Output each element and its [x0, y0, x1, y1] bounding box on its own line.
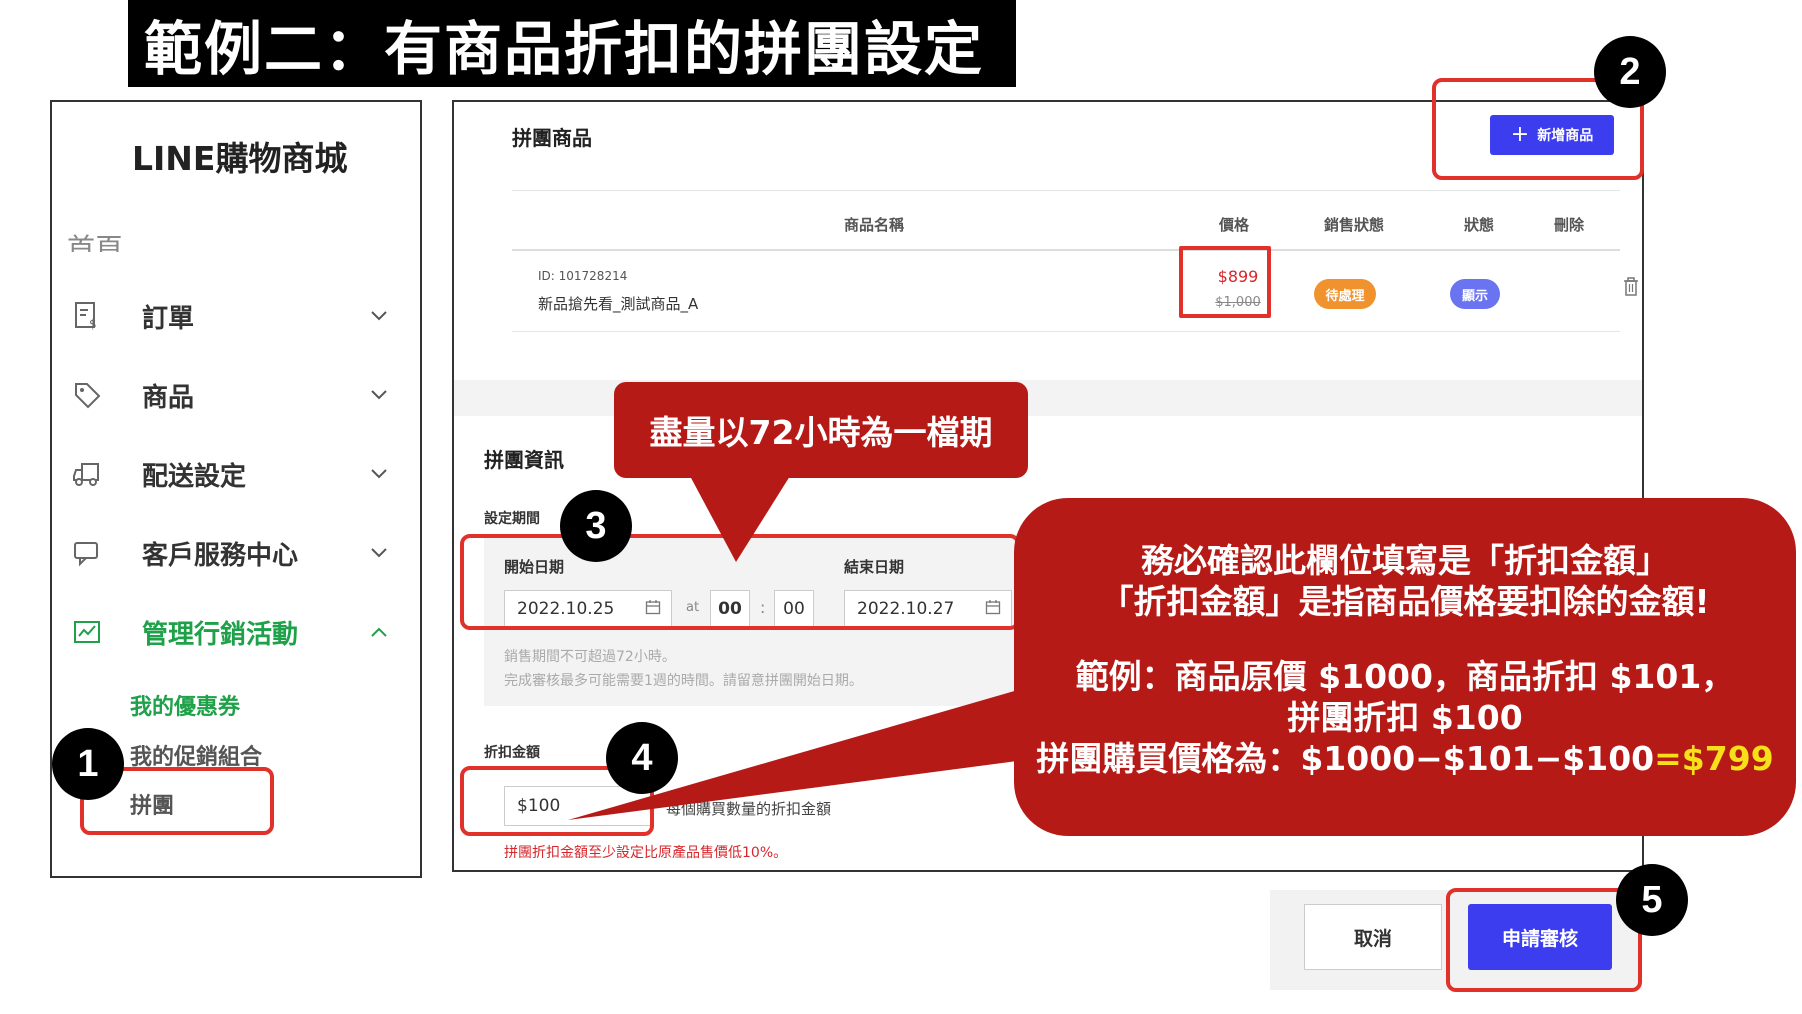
period-callout-pointer — [690, 476, 790, 562]
step-badge-4: 4 — [606, 722, 678, 794]
callout-line: 務必確認此欄位填寫是「折扣金額」 — [1141, 541, 1669, 580]
period-callout: 盡量以72小時為一檔期 — [614, 382, 1028, 478]
callout-line: 「折扣金額」是指商品價格要扣除的金額! — [1100, 582, 1710, 621]
callout-line: 範例：商品原價 $1000，商品折扣 $101， — [1075, 657, 1735, 696]
callout-line: 拼團購買價格為：$1000−$101−$100=$799 — [1014, 738, 1796, 779]
callout-formula: 拼團購買價格為：$1000−$101−$100 — [1036, 739, 1655, 778]
step-badge-1: 1 — [52, 728, 124, 800]
discount-callout: 務必確認此欄位填寫是「折扣金額」 「折扣金額」是指商品價格要扣除的金額! 範例：… — [1014, 498, 1796, 836]
step-badge-2: 2 — [1594, 36, 1666, 108]
callout-line: 拼團折扣 $100 — [1287, 698, 1523, 737]
step-badge-3: 3 — [560, 490, 632, 562]
step-badge-5: 5 — [1616, 864, 1688, 936]
callout-result: =$799 — [1654, 739, 1774, 778]
